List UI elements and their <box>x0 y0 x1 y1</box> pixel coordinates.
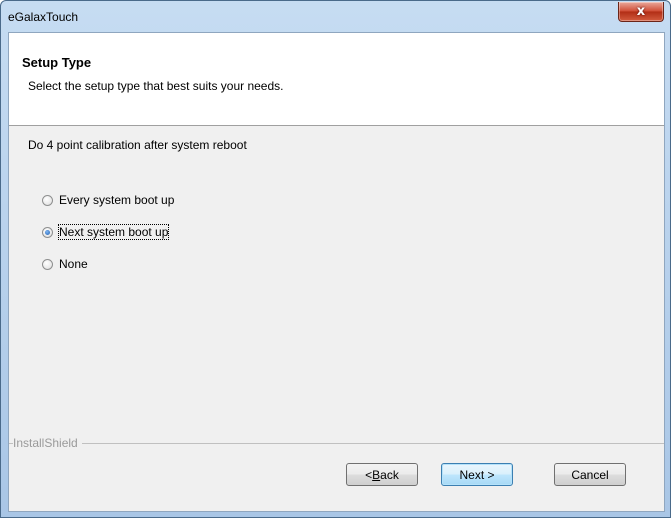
close-button[interactable]: x <box>618 2 664 22</box>
radio-button-next-boot[interactable] <box>42 226 53 238</box>
cancel-button[interactable]: Cancel <box>554 463 626 486</box>
back-rest: ack <box>380 467 399 482</box>
dialog-header: Setup Type Select the setup type that be… <box>9 33 664 126</box>
title-bar[interactable]: eGalaxTouch x <box>1 1 670 32</box>
radio-option-every-boot[interactable]: Every system boot up <box>42 192 174 208</box>
divider-line <box>9 443 664 444</box>
back-accesskey: B <box>372 467 381 482</box>
close-icon: x <box>636 4 646 19</box>
dialog-client-area: Setup Type Select the setup type that be… <box>8 32 665 512</box>
calibration-prompt: Do 4 point calibration after system rebo… <box>28 138 247 152</box>
installshield-brand: InstallShield <box>13 436 82 450</box>
radio-label-none: None <box>59 257 88 271</box>
radio-label-every-boot: Every system boot up <box>59 193 175 207</box>
installshield-divider: InstallShield <box>9 436 664 450</box>
window-title: eGalaxTouch <box>8 10 79 24</box>
radio-button-every-boot[interactable] <box>42 194 53 206</box>
back-prefix: < <box>365 467 373 482</box>
page-title: Setup Type <box>22 55 92 70</box>
installer-window: eGalaxTouch x Setup Type Select the setu… <box>0 0 671 518</box>
radio-option-none[interactable]: None <box>42 256 88 272</box>
page-subtitle: Select the setup type that best suits yo… <box>28 79 284 93</box>
next-button[interactable]: Next > <box>441 463 513 486</box>
radio-option-next-boot[interactable]: Next system boot up <box>42 224 170 240</box>
back-button[interactable]: < Back <box>346 463 418 486</box>
radio-label-next-boot: Next system boot up <box>57 224 170 240</box>
radio-button-none[interactable] <box>42 258 53 270</box>
